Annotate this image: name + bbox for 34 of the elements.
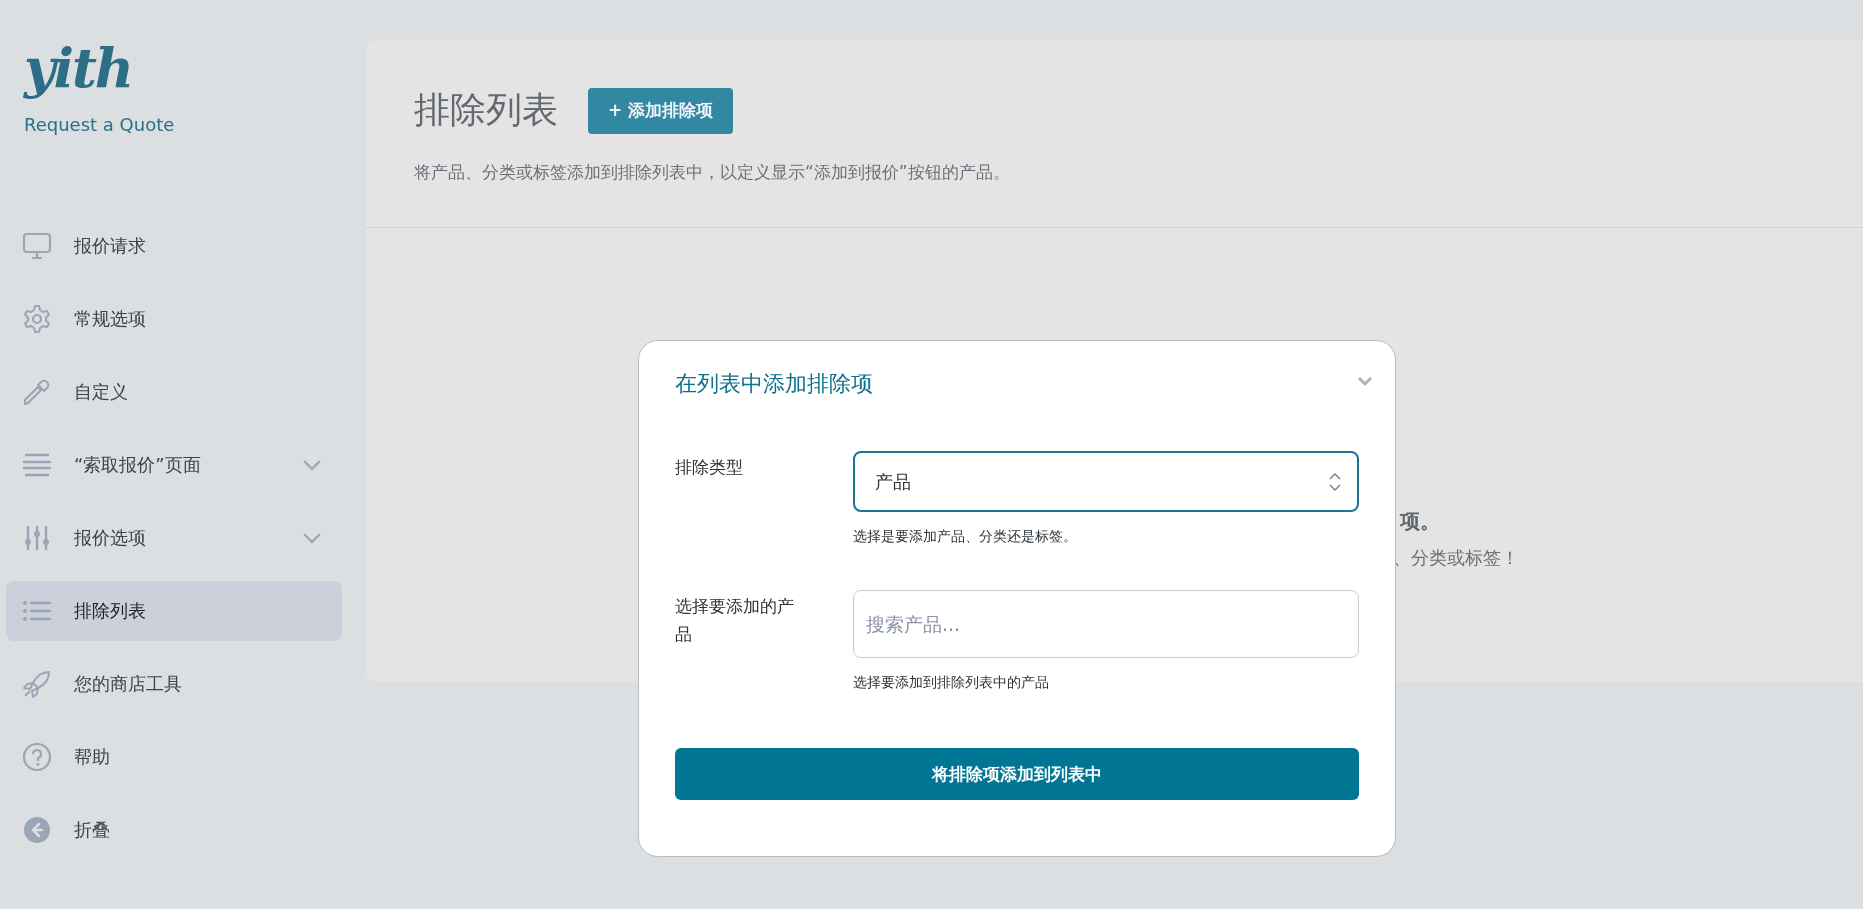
monitor-icon — [22, 231, 52, 261]
sidebar-item[interactable]: “索取报价”页面 — [6, 435, 342, 495]
page-title: 排除列表 — [414, 88, 558, 132]
type-select[interactable]: 产品 — [853, 451, 1359, 512]
sidebar-item[interactable]: 帮助 — [6, 727, 342, 787]
sidebar-item[interactable]: 报价请求 — [6, 216, 342, 276]
submit-button[interactable]: 将排除项添加到列表中 — [675, 748, 1359, 800]
field-help: 选择是要添加产品、分类还是标签。 — [853, 528, 1077, 546]
settings-icon — [22, 304, 52, 334]
empty-state-text: 、分类或标签！ — [1393, 546, 1519, 570]
modal-title: 在列表中添加排除项 — [675, 370, 873, 398]
close-icon[interactable] — [1357, 376, 1373, 388]
search-field[interactable]: 搜索产品... — [853, 590, 1359, 658]
page-description: 将产品、分类或标签添加到排除列表中，以定义显示“添加到报价”按钮的产品。 — [414, 161, 1010, 184]
help-icon — [22, 742, 52, 772]
chevron-down-icon — [302, 532, 322, 544]
sidebar-item[interactable]: 您的商店工具 — [6, 654, 342, 714]
sidebar-item[interactable]: 折叠 — [6, 800, 342, 860]
logo: yith — [24, 36, 133, 100]
sidebar-item[interactable]: 常规选项 — [6, 289, 342, 349]
sliders-icon — [22, 523, 52, 553]
rocket-icon — [22, 669, 52, 699]
add-exclusion-button[interactable]: + 添加排除项 — [588, 87, 734, 134]
updown-arrows-icon — [1329, 471, 1341, 492]
chevron-down-icon — [302, 459, 322, 471]
field-help: 选择要添加到排除列表中的产品 — [853, 674, 1049, 692]
product-name: Request a Quote — [24, 114, 175, 135]
dropper-icon — [22, 377, 52, 407]
sidebar-item[interactable]: 排除列表 — [6, 581, 342, 641]
sidebar-item[interactable]: 自定义 — [6, 362, 342, 422]
sidebar-item[interactable]: 报价选项 — [6, 508, 342, 568]
empty-state-heading: 项。 — [1400, 508, 1440, 535]
field-label: 选择要添加的产品 — [675, 595, 795, 646]
field-label: 排除类型 — [675, 456, 744, 479]
